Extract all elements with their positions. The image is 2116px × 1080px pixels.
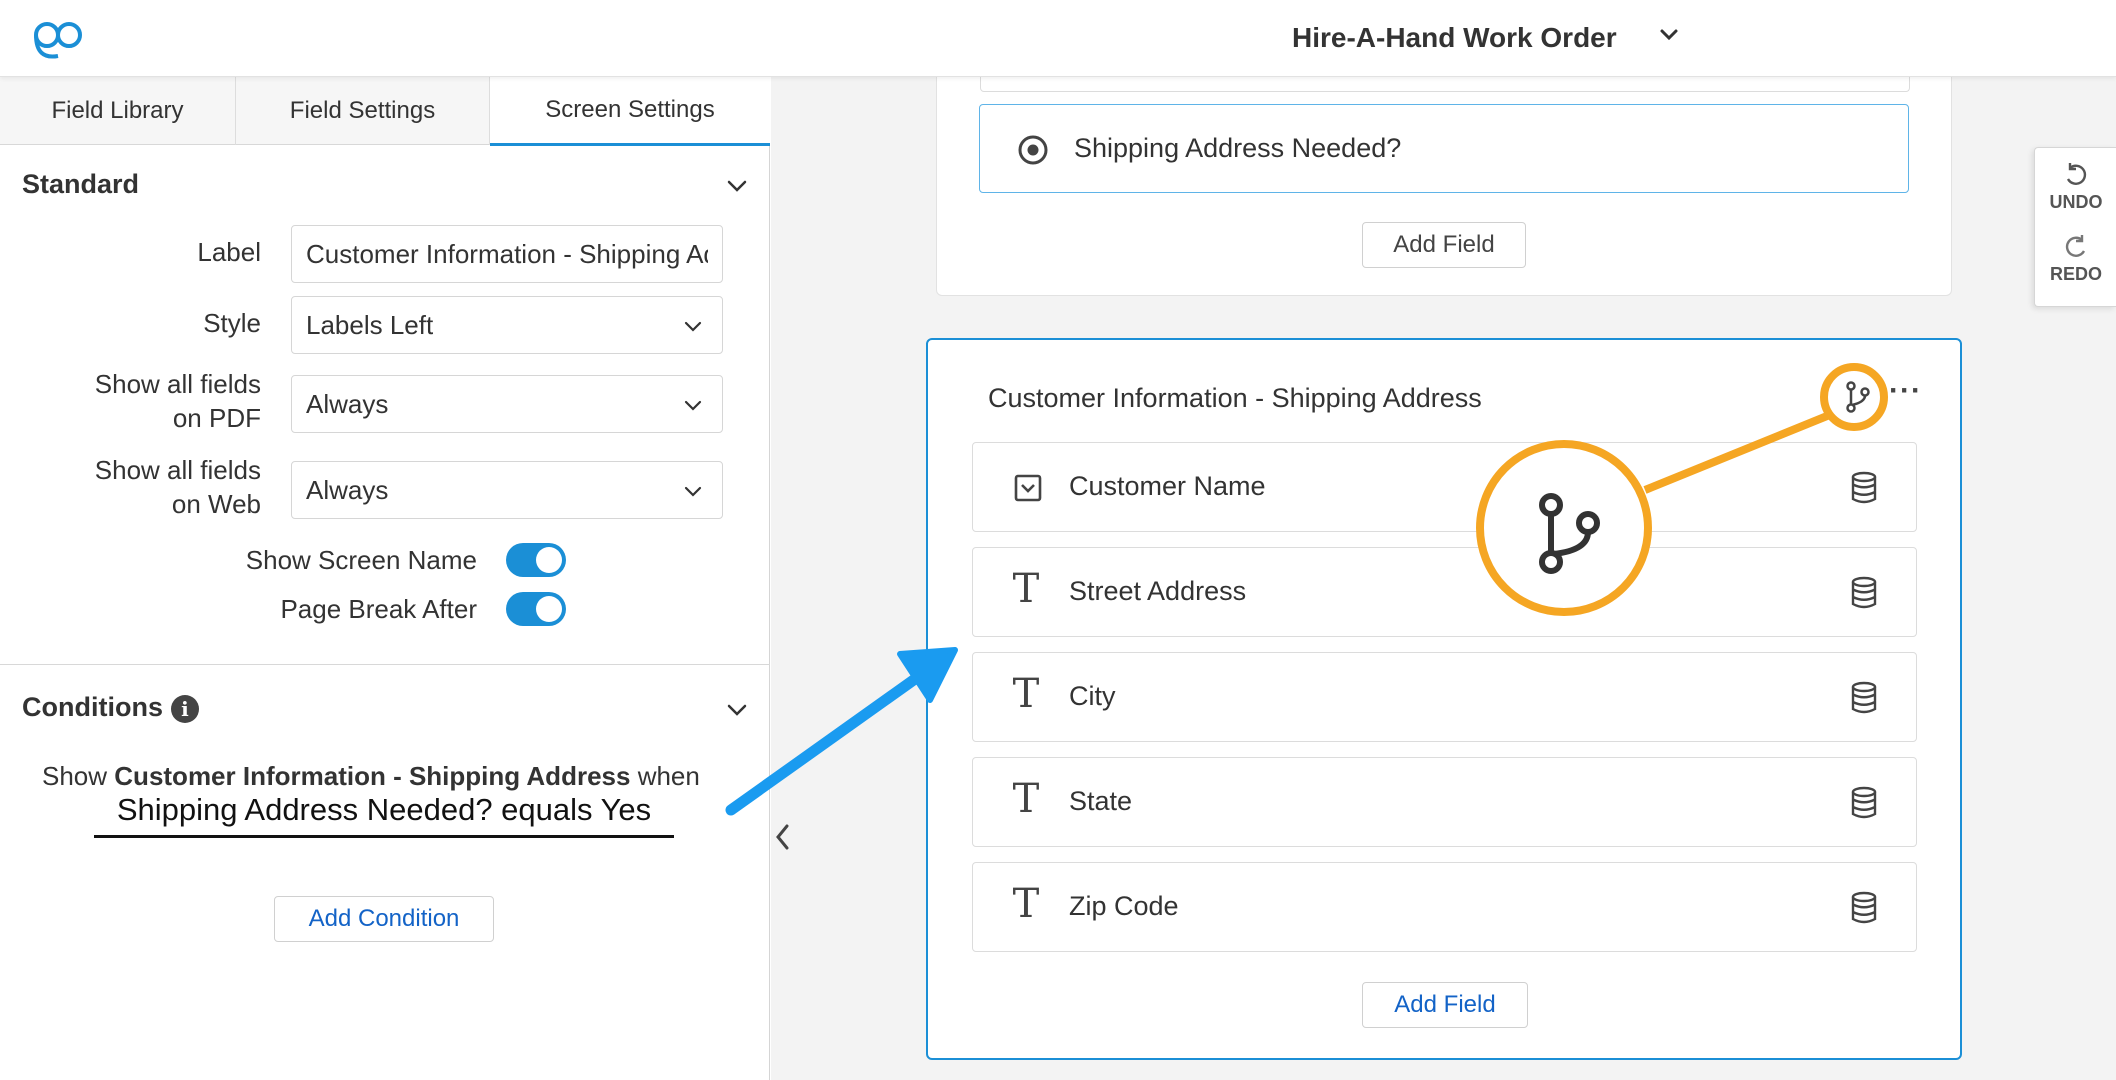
screen-title[interactable]: Customer Information - Shipping Address	[988, 383, 1482, 414]
field-label: Zip Code	[1069, 891, 1179, 921]
shipping-address-needed-field[interactable]: Shipping Address Needed?	[979, 104, 1909, 193]
text-field-icon: T	[1012, 566, 1040, 612]
database-icon[interactable]	[1849, 891, 1879, 925]
condition-rule[interactable]: Shipping Address Needed? equals Yes	[94, 788, 674, 838]
text-field-icon: T	[1012, 776, 1040, 822]
database-icon[interactable]	[1849, 471, 1879, 505]
database-icon[interactable]	[1849, 576, 1879, 610]
chevron-down-icon[interactable]	[724, 173, 750, 199]
add-field-button[interactable]: Add Field	[1362, 222, 1526, 268]
settings-tabs: Field Library Field Settings Screen Sett…	[0, 77, 770, 146]
more-options-icon[interactable]: ···	[1889, 376, 1923, 411]
top-bar: Hire-A-Hand Work Order	[0, 0, 2116, 77]
add-field-button[interactable]: Add Field	[1362, 982, 1528, 1028]
chevron-down-icon[interactable]	[1656, 22, 1682, 48]
conditions-section-title: Conditions i	[22, 692, 199, 723]
field-row[interactable]: T State	[972, 757, 1917, 847]
tab-screen-settings[interactable]: Screen Settings	[490, 77, 770, 146]
radio-button-icon	[1018, 135, 1048, 165]
field-label: State	[1069, 786, 1133, 816]
page-break-after-label: Page Break After	[280, 594, 477, 624]
show-on-web-label: Show all fields on Web	[94, 455, 261, 519]
show-screen-name-toggle[interactable]	[506, 543, 566, 577]
show-screen-name-label: Show Screen Name	[245, 545, 477, 575]
branch-logic-icon[interactable]	[1843, 380, 1873, 414]
style-field-label: Style	[203, 308, 261, 338]
field-label: Customer Name	[1069, 471, 1266, 501]
gocanvas-logo-icon[interactable]	[28, 18, 88, 62]
show-on-web-select[interactable]: Always	[291, 461, 723, 519]
field-row[interactable]: Customer Name	[972, 442, 1917, 532]
chevron-left-icon[interactable]	[772, 818, 794, 856]
database-icon[interactable]	[1849, 681, 1879, 715]
settings-panel: Field Library Field Settings Screen Sett…	[0, 77, 770, 1080]
dropdown-field-icon	[1014, 474, 1042, 502]
redo-icon	[2065, 235, 2086, 257]
chevron-down-icon	[684, 321, 702, 332]
field-row[interactable]: T Street Address	[972, 547, 1917, 637]
field-label: Street Address	[1069, 576, 1247, 606]
show-on-pdf-select[interactable]: Always	[291, 375, 723, 433]
text-field-icon: T	[1012, 881, 1040, 927]
tab-field-library[interactable]: Field Library	[0, 77, 236, 145]
tab-field-settings[interactable]: Field Settings	[236, 77, 490, 145]
chevron-down-icon[interactable]	[724, 697, 750, 723]
style-select[interactable]: Labels Left	[291, 296, 723, 354]
chevron-down-icon	[684, 486, 702, 497]
screen-label-input[interactable]: Customer Information - Shipping Address	[291, 225, 723, 283]
standard-section-title: Standard	[22, 169, 140, 199]
database-icon[interactable]	[1849, 786, 1879, 820]
text-field-icon: T	[1012, 671, 1040, 717]
undo-redo-panel: UNDO REDO	[2034, 147, 2116, 307]
conditions-section-header[interactable]: Conditions i	[0, 665, 770, 745]
field-label: Shipping Address Needed?	[1074, 133, 1402, 163]
show-on-pdf-label: Show all fields on PDF	[94, 369, 261, 433]
form-title[interactable]: Hire-A-Hand Work Order	[1292, 22, 1617, 54]
redo-button[interactable]: REDO	[2035, 234, 2116, 285]
field-label: City	[1069, 681, 1116, 711]
undo-button[interactable]: UNDO	[2035, 162, 2116, 213]
standard-section-header[interactable]: Standard	[0, 145, 770, 225]
page-break-after-toggle[interactable]	[506, 592, 566, 626]
field-row[interactable]: T Zip Code	[972, 862, 1917, 952]
add-condition-button[interactable]: Add Condition	[274, 896, 494, 942]
info-icon[interactable]: i	[170, 694, 199, 723]
chevron-down-icon	[684, 400, 702, 411]
field-row[interactable]: T City	[972, 652, 1917, 742]
label-field-label: Label	[197, 237, 261, 267]
undo-icon	[2066, 163, 2087, 185]
